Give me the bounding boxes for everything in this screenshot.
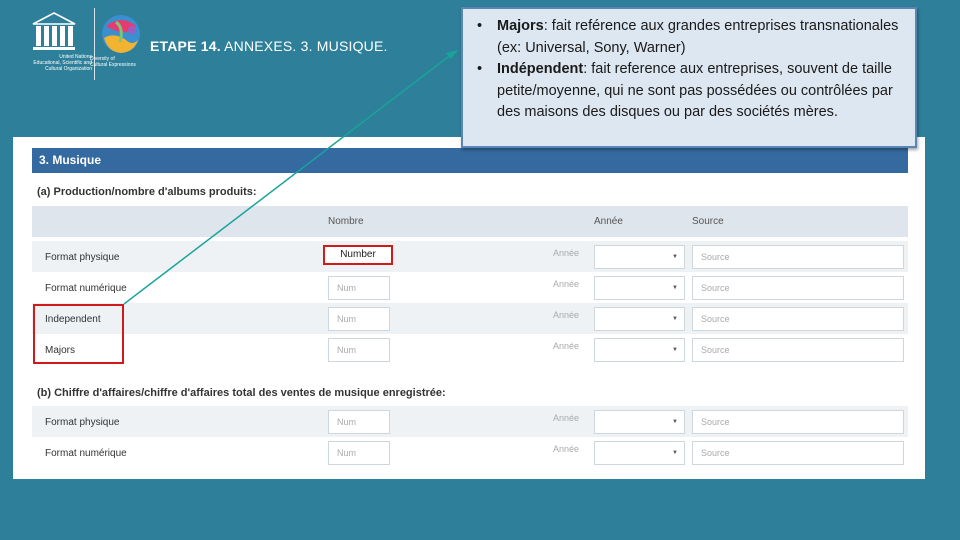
annee-label: Année [553,248,580,258]
source-input[interactable]: Source [692,410,904,434]
annee-label: Année [553,444,580,454]
annee-label: Année [553,279,580,289]
year-select[interactable]: ▼ [594,410,685,434]
column-source: Source [692,216,724,227]
callout-text: : fait reférence aux grandes entreprises… [497,18,899,56]
year-select[interactable]: ▼ [594,338,685,362]
dropdown-arrow-icon: ▼ [672,285,678,291]
column-nombre: Nombre [328,216,364,227]
num-input[interactable]: Num [328,276,390,300]
row-label: Format numérique [45,448,127,459]
source-input[interactable]: Source [692,276,904,300]
dropdown-arrow-icon: ▼ [672,347,678,353]
callout-term: Indépendent [497,61,584,77]
year-select[interactable]: ▼ [594,245,685,269]
annee-label: Année [553,341,580,351]
form-row-format-numerique-b: Format numérique Num Année ▼ Source [32,437,908,468]
year-select[interactable]: ▼ [594,441,685,465]
form-row-independent: Independent Num Année ▼ Source [32,303,908,334]
logo-area: United Nations Educational, Scientific a… [10,8,150,83]
part-a-title: (a) Production/nombre d'albums produits: [37,186,257,198]
form-row-format-numerique-a: Format numérique Num Année ▼ Source [32,272,908,303]
num-input[interactable]: Num [328,441,390,465]
callout-term: Majors [497,18,544,34]
row-label: Format physique [45,252,120,263]
slide-title-rest: ANNEXES. 3. MUSIQUE. [220,38,388,54]
slide-title: ETAPE 14. ANNEXES. 3. MUSIQUE. [150,38,388,54]
section-header: 3. Musique [32,148,908,173]
num-input[interactable]: Num [328,307,390,331]
callout-item-majors: • Majors: fait reférence aux grandes entr… [475,16,907,59]
unesco-caption: United Nations Educational, Scientific a… [33,54,92,72]
source-input[interactable]: Source [692,338,904,362]
row-label: Format numérique [45,283,127,294]
form-row-format-physique-a: Format physique Année ▼ Source [32,241,908,272]
bullet: • [477,61,483,77]
dropdown-arrow-icon: ▼ [672,419,678,425]
form-row-majors: Majors Num Année ▼ Source [32,334,908,365]
unesco-logo-icon [32,12,76,50]
num-input[interactable]: Num [328,338,390,362]
annee-label: Année [553,310,580,320]
num-input[interactable]: Num [328,410,390,434]
slide-title-bold: ETAPE 14. [150,38,221,54]
dropdown-arrow-icon: ▼ [672,450,678,456]
source-input[interactable]: Source [692,441,904,465]
year-select[interactable]: ▼ [594,276,685,300]
form-panel: 3. Musique (a) Production/nombre d'album… [13,137,925,479]
definition-callout: • Majors: fait reférence aux grandes entr… [461,7,917,148]
source-input[interactable]: Source [692,307,904,331]
part-b-title: (b) Chiffre d'affaires/chiffre d'affaire… [37,387,446,399]
form-row-format-physique-b: Format physique Num Année ▼ Source [32,406,908,437]
bullet: • [477,18,483,34]
callout-item-independent: • Indépendent: fait reference aux entrepr… [475,59,907,124]
dropdown-arrow-icon: ▼ [672,254,678,260]
diversity-caption: Diversity of Cultural Expressions [90,56,136,68]
column-annee: Année [594,216,623,227]
diversity-globe-icon [102,15,140,53]
annee-label: Année [553,413,580,423]
number-tag: Number [323,245,393,265]
highlight-box [33,304,124,364]
row-label: Format physique [45,417,120,428]
source-input[interactable]: Source [692,245,904,269]
column-header-row: Nombre Année Source [32,206,908,237]
dropdown-arrow-icon: ▼ [672,316,678,322]
logo-divider [94,8,95,80]
year-select[interactable]: ▼ [594,307,685,331]
